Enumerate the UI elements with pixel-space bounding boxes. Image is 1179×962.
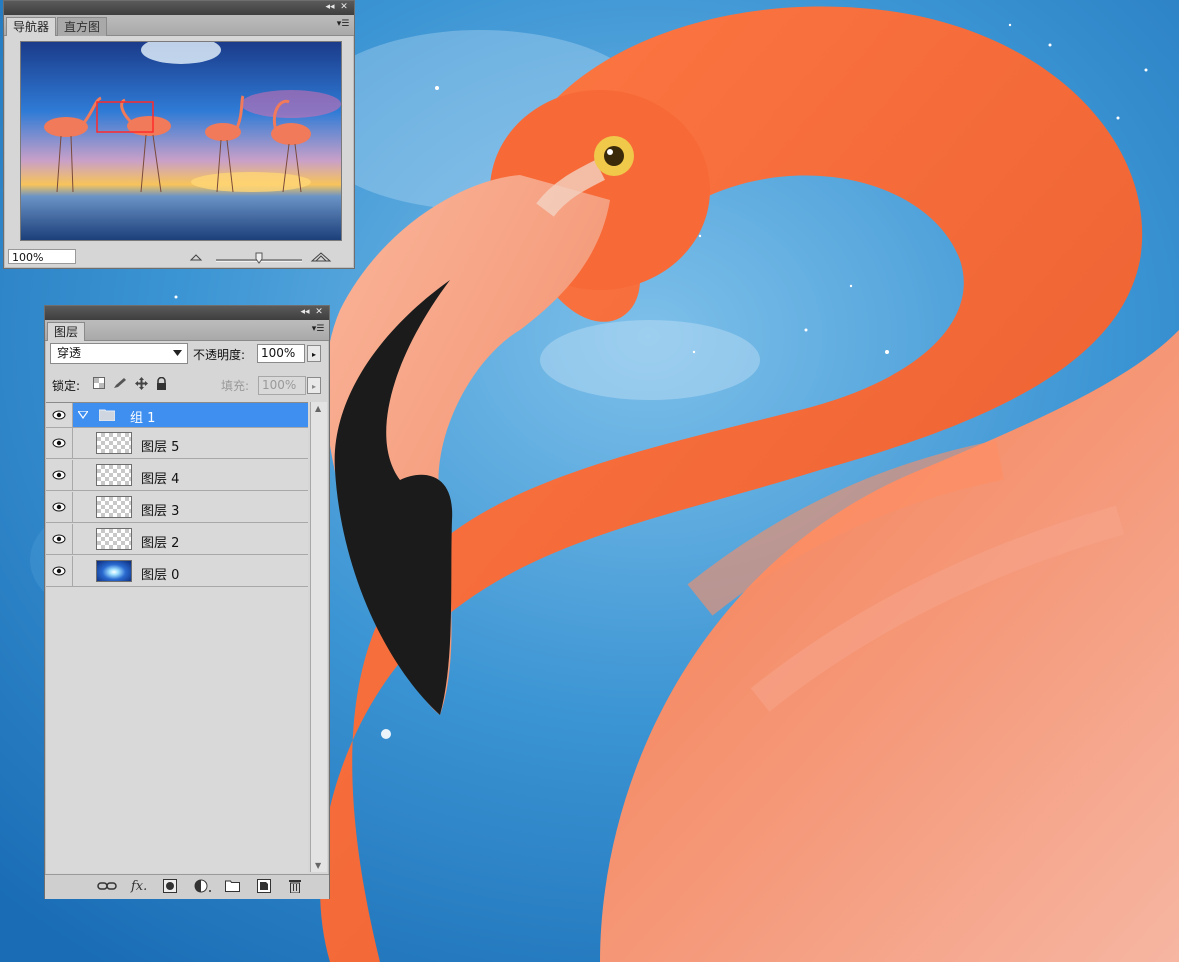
lock-all-icon[interactable] <box>156 377 167 390</box>
fx-icon[interactable]: fx. <box>131 879 147 894</box>
layer-row[interactable]: 图层 5 <box>46 428 308 459</box>
layer-group-row[interactable]: 组 1 <box>46 403 308 428</box>
adjustment-icon[interactable] <box>194 879 212 893</box>
lock-transparency-icon[interactable] <box>93 377 105 389</box>
layer-row[interactable]: 图层 2 <box>46 524 308 555</box>
layer-thumbnail <box>96 560 132 582</box>
fill-slider-button[interactable]: ▸ <box>307 377 321 394</box>
collapse-icon[interactable]: ◂◂ <box>299 307 311 318</box>
lock-position-icon[interactable] <box>135 377 148 390</box>
lock-pixels-icon[interactable] <box>113 377 127 389</box>
layer-row[interactable]: 图层 3 <box>46 492 308 523</box>
layer-name: 图层 3 <box>141 504 180 519</box>
panel-menu-icon[interactable]: ▾☰ <box>311 324 325 335</box>
layer-row[interactable]: 图层 0 <box>46 556 308 587</box>
fill-label: 填充: <box>221 379 250 393</box>
zoom-field[interactable]: 100% <box>8 249 76 264</box>
panel-titlebar[interactable]: ◂◂ ✕ <box>45 306 329 320</box>
new-layer-icon[interactable] <box>257 879 271 893</box>
layers-tabbar: 图层 ▾☰ <box>45 320 329 341</box>
opacity-slider-button[interactable]: ▸ <box>307 345 321 362</box>
visibility-toggle[interactable] <box>46 460 73 490</box>
lock-label: 锁定: <box>52 379 81 393</box>
opacity-label: 不透明度: <box>193 348 246 362</box>
visibility-toggle[interactable] <box>46 428 73 458</box>
scroll-up-icon[interactable]: ▲ <box>315 404 321 413</box>
tab-histogram[interactable]: 直方图 <box>57 17 108 36</box>
layers-scrollbar[interactable]: ▲ ▼ <box>310 402 327 872</box>
close-icon[interactable]: ✕ <box>338 2 350 13</box>
zoom-out-icon[interactable] <box>189 252 203 262</box>
layer-name: 图层 0 <box>141 568 180 583</box>
chevron-down-icon <box>173 350 182 356</box>
scroll-down-icon[interactable]: ▼ <box>315 861 321 870</box>
mask-icon[interactable] <box>163 879 177 893</box>
eye-icon <box>52 410 66 420</box>
layer-thumbnail <box>96 464 132 486</box>
navigator-tabbar: 导航器 直方图 ▾☰ <box>4 15 354 36</box>
blend-mode-value: 穿透 <box>57 346 82 360</box>
layer-name: 图层 5 <box>141 440 180 455</box>
collapse-icon[interactable]: ◂◂ <box>324 2 336 13</box>
link-icon[interactable] <box>97 879 117 893</box>
blend-mode-select[interactable]: 穿透 <box>50 343 188 364</box>
layer-group-name: 组 1 <box>130 411 156 426</box>
visibility-toggle[interactable] <box>46 403 73 427</box>
eye-icon <box>52 566 66 576</box>
eye-icon <box>52 470 66 480</box>
eye-icon <box>52 438 66 448</box>
panel-menu-icon[interactable]: ▾☰ <box>336 19 350 30</box>
layer-thumbnail <box>96 432 132 454</box>
folder-icon <box>99 409 115 421</box>
close-icon[interactable]: ✕ <box>313 307 325 318</box>
visibility-toggle[interactable] <box>46 556 73 586</box>
navigator-preview[interactable] <box>20 41 342 241</box>
zoom-slider-thumb[interactable] <box>255 252 263 264</box>
opacity-field[interactable]: 100% <box>257 344 305 363</box>
panel-titlebar[interactable]: ◂◂ ✕ <box>4 1 354 15</box>
zoom-in-icon[interactable] <box>310 251 332 263</box>
tab-navigator[interactable]: 导航器 <box>6 17 57 36</box>
layer-name: 图层 4 <box>141 472 180 487</box>
layer-list: 组 1 图层 5 图层 4 图层 3 图层 2 图层 0 <box>46 402 308 873</box>
visibility-toggle[interactable] <box>46 492 73 522</box>
layers-panel: ◂◂ ✕ 图层 ▾☰ 穿透 不透明度: 100% ▸ 锁定: 填充: 100% … <box>44 305 330 899</box>
fill-field[interactable]: 100% <box>258 376 306 395</box>
expand-arrow-icon[interactable] <box>78 411 88 419</box>
new-group-icon[interactable] <box>225 879 240 892</box>
visibility-toggle[interactable] <box>46 524 73 554</box>
eye-icon <box>52 534 66 544</box>
eye-icon <box>52 502 66 512</box>
layer-thumbnail <box>96 496 132 518</box>
trash-icon[interactable] <box>289 879 301 893</box>
layers-toolbar: fx. <box>45 874 329 899</box>
navigator-panel: ◂◂ ✕ 导航器 直方图 ▾☰ 100% <box>3 0 355 269</box>
layer-name: 图层 2 <box>141 536 180 551</box>
layer-thumbnail <box>96 528 132 550</box>
layer-row[interactable]: 图层 4 <box>46 460 308 491</box>
tab-layers[interactable]: 图层 <box>47 322 86 341</box>
